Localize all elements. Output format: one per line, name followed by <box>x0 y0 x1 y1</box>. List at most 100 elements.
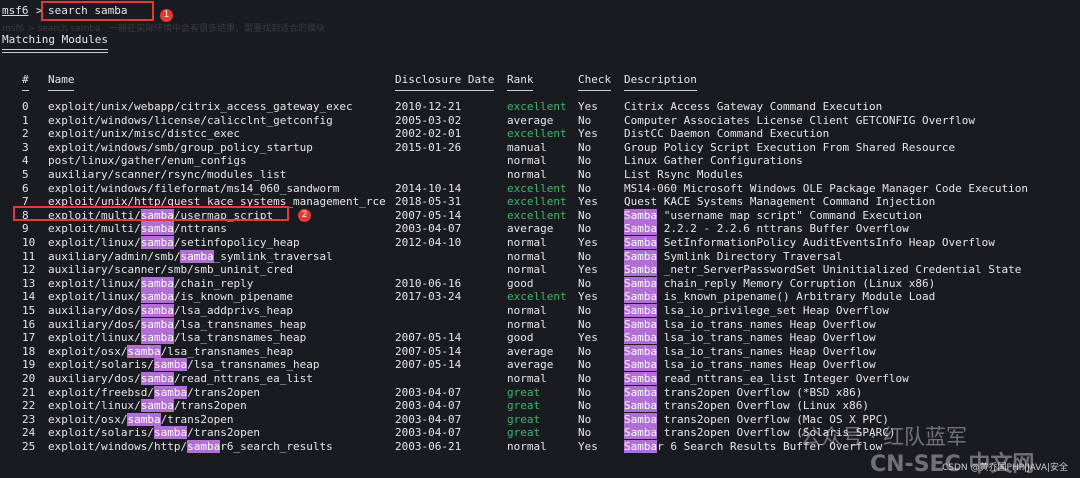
row-number: 12 <box>22 263 36 277</box>
description-text: "username map script" Command Execution <box>657 208 923 222</box>
disclosure-date: 2010-06-16 <box>395 276 462 290</box>
header-description: Description <box>624 73 697 86</box>
module-name[interactable]: exploit/linux/samba/is_known_pipename <box>48 290 293 304</box>
description-text: is_known_pipename() Arbitrary Module Loa… <box>657 290 936 304</box>
disclosure-date: 2003-04-07 <box>395 412 462 426</box>
prompt-name: msf6 <box>2 4 29 17</box>
disclosure-date: 2014-10-14 <box>395 181 462 195</box>
search-match-highlight: Samba <box>624 304 658 317</box>
section-title-underline <box>2 49 108 50</box>
rank: excellent <box>507 181 567 195</box>
check: No <box>578 181 592 195</box>
description-text: Quest KACE Systems Management Command In… <box>624 195 936 209</box>
rank: normal <box>507 168 547 181</box>
module-name[interactable]: exploit/solaris/samba/lsa_transnames_hea… <box>48 358 320 372</box>
row-number: 20 <box>22 372 36 385</box>
check: No <box>578 385 592 399</box>
check: No <box>578 358 592 372</box>
module-name[interactable]: auxiliary/dos/samba/lsa_addprivs_heap <box>48 304 293 317</box>
search-match-highlight: Samba <box>624 276 658 290</box>
module-description: List Rsync Modules <box>624 168 743 181</box>
module-name[interactable]: exploit/solaris/samba/trans2open <box>48 426 260 440</box>
module-name[interactable]: exploit/unix/misc/distcc_exec <box>48 127 240 140</box>
description-text: Group Policy Script Execution From Share… <box>624 140 956 154</box>
watermark-credit: CSDN @黄乔国PHP|JAVA|安全 <box>942 463 1069 473</box>
search-match-highlight: samba <box>187 440 221 453</box>
row-number: 1 <box>22 113 29 127</box>
search-match-highlight: samba <box>140 290 174 304</box>
module-name[interactable]: auxiliary/scanner/rsync/modules_list <box>48 168 286 181</box>
search-match-highlight: samba <box>153 358 188 372</box>
module-name-prefix: exploit/unix/webapp/citrix_access_gatewa… <box>48 100 353 113</box>
module-name-prefix: exploit/solaris/ <box>48 358 154 372</box>
rank: great <box>507 399 541 413</box>
module-description: Samba SetInformationPolicy AuditEventsIn… <box>624 236 995 249</box>
search-match-highlight: samba <box>127 344 161 358</box>
module-name[interactable]: exploit/windows/smb/group_policy_startup <box>48 141 313 154</box>
rank: great <box>507 385 541 399</box>
module-name[interactable]: exploit/osx/samba/trans2open <box>48 412 233 426</box>
module-name[interactable]: exploit/windows/fileformat/ms14_060_sand… <box>48 182 339 195</box>
check: No <box>578 412 592 426</box>
module-name[interactable]: exploit/linux/samba/chain_reply <box>48 276 253 290</box>
module-name-prefix: exploit/multi/ <box>48 222 141 236</box>
search-match-highlight: Samba <box>624 399 658 413</box>
check: Yes <box>578 331 598 345</box>
module-name[interactable]: post/linux/gather/enum_configs <box>48 154 247 167</box>
rank: excellent <box>507 127 567 141</box>
module-description: Samba lsa_io_trans_names Heap Overflow <box>624 344 876 358</box>
check: No <box>578 317 592 331</box>
command-input[interactable]: search samba <box>48 4 127 17</box>
header-rank: Rank <box>507 73 534 86</box>
search-match-highlight: Samba <box>624 412 658 426</box>
rank: excellent <box>507 208 567 222</box>
row-number: 4 <box>22 154 29 168</box>
module-name[interactable]: exploit/linux/samba/trans2open <box>48 399 247 413</box>
module-description: Samba 2.2.2 - 2.2.6 nttrans Buffer Overf… <box>624 222 909 236</box>
module-name[interactable]: auxiliary/dos/samba/lsa_transnames_heap <box>48 317 306 331</box>
module-name[interactable]: auxiliary/scanner/smb/smb_uninit_cred <box>48 263 293 276</box>
header-disclosure-date: Disclosure Date <box>395 73 495 86</box>
module-description: Samba trans2open Overflow (*BSD x86) <box>624 385 862 399</box>
table-row: 9 exploit/multi/samba/nttrans 2003-04-07 av… <box>0 222 1080 236</box>
check: No <box>578 140 592 154</box>
module-name[interactable]: auxiliary/dos/samba/read_nttrans_ea_list <box>48 372 313 385</box>
module-name[interactable]: exploit/freebsd/samba/trans2open <box>48 385 260 399</box>
module-name[interactable]: auxiliary/admin/smb/samba_symlink_traver… <box>48 249 333 263</box>
row-number: 24 <box>22 426 36 440</box>
table-row: 4 post/linux/gather/enum_configs normal No L… <box>0 154 1080 167</box>
search-match-highlight: Samba <box>624 344 658 358</box>
module-name-suffix: /trans2open <box>173 399 247 413</box>
table-row: 22 exploit/linux/samba/trans2open 2003-04-… <box>0 399 1080 413</box>
module-description: Samba lsa_io_trans_names Heap Overflow <box>624 331 876 345</box>
row-number: 21 <box>22 385 36 399</box>
module-name[interactable]: exploit/multi/samba/nttrans <box>48 222 227 236</box>
disclosure-date: 2007-05-14 <box>395 208 462 222</box>
module-name[interactable]: exploit/unix/webapp/citrix_access_gatewa… <box>48 100 353 113</box>
row-number: 0 <box>22 100 29 113</box>
rank: manual <box>507 140 547 154</box>
rank: normal <box>507 372 547 385</box>
search-match-highlight: Samba <box>624 440 658 453</box>
row-number: 9 <box>22 222 29 236</box>
module-name[interactable]: exploit/osx/samba/lsa_transnames_heap <box>48 344 293 358</box>
header-rule-check <box>578 90 611 91</box>
disclosure-date: 2007-05-14 <box>395 358 462 372</box>
module-name[interactable]: exploit/windows/license/calicclnt_getcon… <box>48 114 333 127</box>
module-name[interactable]: exploit/linux/samba/setinfopolicy_heap <box>48 236 300 249</box>
check: No <box>578 154 592 168</box>
row-number: 17 <box>22 331 36 345</box>
rank: average <box>507 344 554 358</box>
module-name[interactable]: exploit/linux/samba/lsa_transnames_heap <box>48 331 306 345</box>
row-number: 3 <box>22 140 29 154</box>
search-match-highlight: samba <box>140 331 174 345</box>
search-match-highlight: Samba <box>624 385 658 399</box>
rank: normal <box>507 236 547 249</box>
check: No <box>578 276 592 290</box>
module-name-prefix: auxiliary/dos/ <box>48 372 141 385</box>
module-name[interactable]: exploit/windows/http/sambar6_search_resu… <box>48 440 333 453</box>
module-name-prefix: exploit/windows/smb/group_policy_startup <box>48 140 313 154</box>
table-row: 16 auxiliary/dos/samba/lsa_transnames_hea… <box>0 317 1080 331</box>
search-match-highlight: Samba <box>624 290 658 304</box>
check: No <box>578 168 592 181</box>
